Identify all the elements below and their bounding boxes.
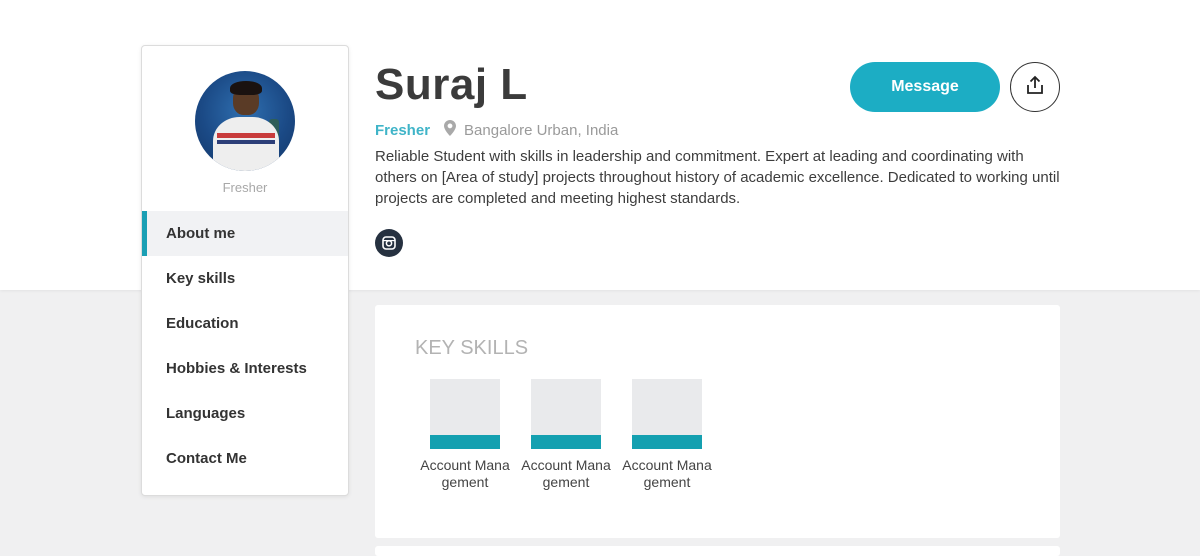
skill-label: Account Management <box>420 457 510 490</box>
skill-item: Account Management <box>622 379 712 490</box>
sidebar-item-hobbies[interactable]: Hobbies & Interests <box>142 346 348 391</box>
skill-item: Account Management <box>521 379 611 490</box>
sidebar-item-key-skills[interactable]: Key skills <box>142 256 348 301</box>
skill-level-bar <box>430 435 500 449</box>
sidebar-role: Fresher <box>222 180 268 195</box>
profile-bio: Reliable Student with skills in leadersh… <box>375 148 1060 207</box>
profile-name: Suraj L <box>375 60 528 109</box>
location-text: Bangalore Urban, India <box>464 121 619 139</box>
profile-sidebar: Fresher About me Key skills Education Ho… <box>141 45 349 496</box>
skill-image-placeholder <box>632 379 702 435</box>
sidebar-item-education[interactable]: Education <box>142 301 348 346</box>
instagram-icon[interactable] <box>375 229 403 257</box>
sidebar-item-contact-me[interactable]: Contact Me <box>142 436 348 481</box>
location-pin-icon <box>444 120 457 140</box>
key-skills-card: KEY SKILLS Account Management Account Ma… <box>375 305 1060 538</box>
sidebar-item-languages[interactable]: Languages <box>142 391 348 436</box>
share-button[interactable] <box>1010 62 1060 112</box>
share-upload-icon <box>1025 75 1045 100</box>
key-skills-title: KEY SKILLS <box>415 337 529 359</box>
skill-image-placeholder <box>430 379 500 435</box>
sidebar-nav: About me Key skills Education Hobbies & … <box>142 211 348 481</box>
profile-meta: Fresher Bangalore Urban, India <box>375 120 618 140</box>
skill-level-bar <box>632 435 702 449</box>
skill-item: Account Management <box>420 379 510 490</box>
skill-image-placeholder <box>531 379 601 435</box>
skill-label: Account Management <box>622 457 712 490</box>
sidebar-item-about-me[interactable]: About me <box>142 211 348 256</box>
avatar <box>195 71 295 171</box>
message-button[interactable]: Message <box>850 62 1000 112</box>
skill-level-bar <box>531 435 601 449</box>
next-section-card <box>375 546 1060 556</box>
skill-label: Account Management <box>521 457 611 490</box>
status-label: Fresher <box>375 121 431 139</box>
